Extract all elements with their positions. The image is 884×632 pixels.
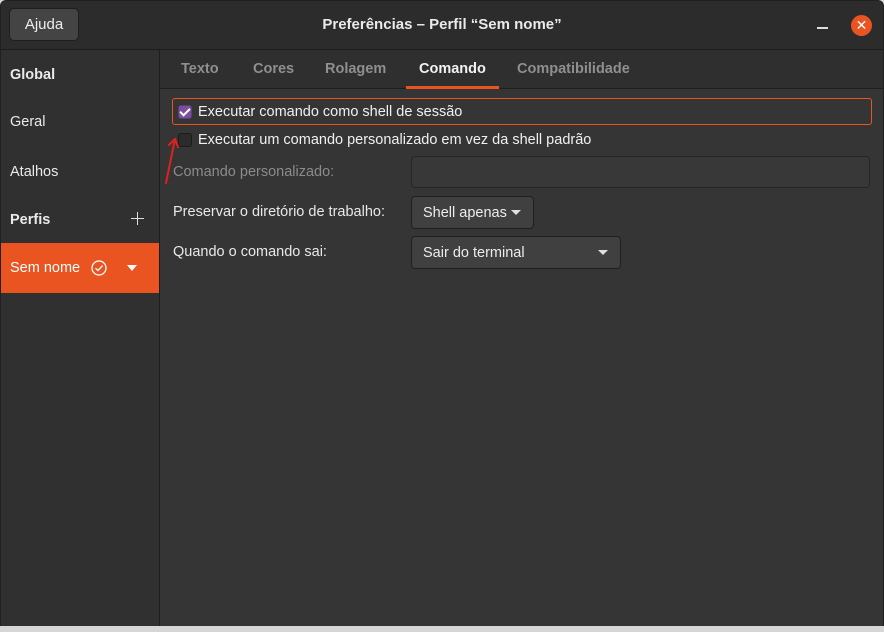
preserve-dir-label: Preservar o diretório de trabalho: [173,204,385,220]
on-exit-label: Quando o comando sai: [173,244,327,260]
minimize-icon[interactable] [813,17,833,33]
tab-text[interactable]: Texto [181,50,219,88]
preserve-dir-value: Shell apenas [423,204,507,221]
profile-menu-caret-icon[interactable] [127,265,137,271]
tab-command[interactable]: Comando [406,50,499,89]
tab-scrolling[interactable]: Rolagem [325,50,386,88]
on-exit-dropdown[interactable]: Sair do terminal [411,236,621,269]
tab-compatibility[interactable]: Compatibilidade [517,50,630,88]
background-strip [0,626,884,632]
preferences-window: Ajuda Preferências – Perfil “Sem nome” ✕… [0,0,884,628]
custom-command-field-label: Comando personalizado: [173,164,335,180]
sidebar-item-shortcuts[interactable]: Atalhos [1,147,159,197]
default-profile-check-icon [91,260,107,276]
window-title: Preferências – Perfil “Sem nome” [322,16,562,33]
on-exit-value: Sair do terminal [423,244,525,261]
custom-command-checkbox-row[interactable]: Executar um comando personalizado em vez… [173,129,591,150]
profile-name: Sem nome [10,260,81,276]
chevron-down-icon [598,250,608,255]
sidebar-item-general[interactable]: Geral [1,97,159,147]
sidebar-header-profiles: Perfis [1,195,159,245]
title-bar: Ajuda Preferências – Perfil “Sem nome” ✕ [1,1,883,50]
sidebar-header-global: Global [10,67,56,83]
sidebar: Global Geral Atalhos Perfis Sem nome [1,50,160,627]
chevron-down-icon [511,210,521,215]
preserve-dir-dropdown[interactable]: Shell apenas [411,196,534,229]
sidebar-item-profile[interactable]: Sem nome [1,243,159,293]
login-shell-checkbox-row[interactable]: Executar comando como shell de sessão [172,98,872,125]
custom-command-input[interactable] [411,156,870,188]
add-profile-icon[interactable] [131,212,144,225]
tab-bar: Texto Cores Rolagem Comando Compatibilid… [160,50,883,89]
custom-command-checkbox-label: Executar um comando personalizado em vez… [198,131,592,148]
tab-colors[interactable]: Cores [253,50,294,88]
profiles-header-label: Perfis [10,212,51,228]
login-shell-checkbox[interactable] [178,104,192,119]
login-shell-label: Executar comando como shell de sessão [198,103,463,120]
close-icon[interactable]: ✕ [851,15,872,36]
